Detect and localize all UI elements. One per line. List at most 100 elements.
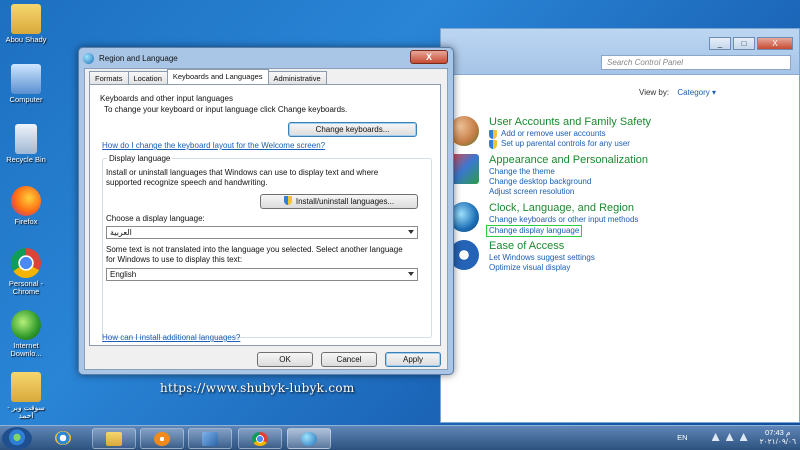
desktop-icon-chrome[interactable]: Personal - Chrome [0,248,52,297]
region-language-dialog: Region and Language X Formats Location K… [78,47,454,375]
network-icon[interactable] [725,433,734,441]
category-user-accounts: User Accounts and Family Safety Add or r… [449,116,651,149]
display-language-select[interactable]: العربية [106,226,418,239]
desktop-icon-label: Firefox [14,217,38,226]
action-center-icon[interactable] [711,433,720,441]
taskbar-ie[interactable] [42,428,86,449]
dialog-title: Region and Language [99,53,178,63]
taskbar-chrome[interactable] [238,428,282,449]
control-panel-window: _ □ X Search Control Panel View by: Cate… [440,28,800,423]
view-by-dropdown[interactable]: Category ▾ [677,88,716,97]
desktop-icon-label: Computer [9,95,43,104]
tab-panel: Keyboards and other input languages To c… [89,84,441,346]
desktop-icon-idm[interactable]: Internet Downlo... [0,310,52,359]
display-language-value: العربية [110,228,132,237]
install-uninstall-languages-button[interactable]: Install/uninstall languages... [260,194,418,209]
maximize-button[interactable]: □ [733,37,755,50]
display-language-text: Install or uninstall languages that Wind… [106,168,379,187]
tab-keyboards-languages[interactable]: Keyboards and Languages [166,69,269,84]
ok-button[interactable]: OK [257,352,313,367]
shield-icon [489,139,497,149]
category-link[interactable]: Add or remove user accounts [489,129,651,139]
category-link[interactable]: Adjust screen resolution [489,187,648,197]
tab-location[interactable]: Location [127,71,168,84]
category-title[interactable]: Appearance and Personalization [489,154,648,167]
dialog-tabs: Formats Location Keyboards and Languages… [89,69,327,84]
shield-icon [283,196,292,205]
computer-icon [11,64,41,94]
category-link[interactable]: Change desktop background [489,177,648,187]
fallback-language-select[interactable]: English [106,268,418,281]
taskbar-media[interactable] [140,428,184,449]
folder-icon [11,4,41,34]
category-link[interactable]: Change keyboards or other input methods [489,215,638,225]
category-title[interactable]: Ease of Access [489,240,595,253]
dialog-close-button[interactable]: X [410,50,448,64]
media-player-icon [154,432,170,446]
recycle-bin-icon [15,124,37,154]
cancel-button[interactable]: Cancel [321,352,377,367]
category-link[interactable]: Optimize visual display [489,263,595,273]
start-button[interactable] [2,427,32,450]
dropdown-arrow-icon [408,230,414,234]
desktop-icon-label: سوفت وير - احمد [7,403,45,421]
close-button[interactable]: X [757,37,793,50]
watermark-url: https://www.shubyk-lubyk.com [160,381,355,395]
chrome-icon [252,432,268,446]
install-languages-link[interactable]: How can I install additional languages? [102,333,240,342]
apply-button[interactable]: Apply [385,352,441,367]
desktop-icon-label: Abou Shady [5,35,47,44]
desktop-icon-label: Personal - Chrome [8,279,44,297]
download-manager-icon [11,310,41,340]
tab-formats[interactable]: Formats [89,71,129,84]
firefox-icon [11,186,41,216]
language-indicator[interactable]: EN [677,433,687,442]
category-title[interactable]: User Accounts and Family Safety [489,116,651,129]
tab-administrative[interactable]: Administrative [267,71,327,84]
category-appearance: Appearance and Personalization Change th… [449,154,648,197]
desktop-icon-label: Internet Downlo... [10,341,42,359]
clock[interactable]: 07:43 م ٢٠٢١/٠٩/٠٦ [760,428,796,446]
category-title[interactable]: Clock, Language, and Region [489,202,638,215]
category-link-change-display-language[interactable]: Change display language [486,225,638,237]
desktop-icon-label: Recycle Bin [6,155,46,164]
globe-icon [301,432,317,446]
keyboards-group-label: Keyboards and other input languages [100,94,233,103]
category-link[interactable]: Change the theme [489,167,648,177]
control-panel-icon [202,432,218,446]
taskbar-control-panel[interactable] [188,428,232,449]
change-keyboards-button[interactable]: Change keyboards... [288,122,417,137]
clock-date: ٢٠٢١/٠٩/٠٦ [759,437,796,446]
desktop-icon-computer[interactable]: Computer [0,64,52,104]
shield-icon [489,129,497,139]
category-clock-language: Clock, Language, and Region Change keybo… [449,202,638,237]
desktop-icon-software-folder[interactable]: سوفت وير - احمد [0,372,52,421]
search-input[interactable]: Search Control Panel [601,55,791,70]
category-link[interactable]: Let Windows suggest settings [489,253,595,263]
folder-icon [11,372,41,402]
chrome-icon [11,248,41,278]
taskbar: EN 07:43 م ٢٠٢١/٠٩/٠٦ [0,425,800,450]
desktop-icon-user-folder[interactable]: Abou Shady [0,4,52,44]
dialog-titlebar: Region and Language [83,51,178,65]
keyboards-group-text: To change your keyboard or input languag… [104,105,348,114]
volume-icon[interactable] [739,433,748,441]
display-language-group-label: Display language [107,154,173,163]
system-tray: EN 07:43 م ٢٠٢١/٠٩/٠٦ [677,428,796,446]
category-link[interactable]: Set up parental controls for any user [489,139,651,149]
globe-icon [83,52,94,64]
control-panel-toolbar: _ □ X Search Control Panel [441,29,799,75]
taskbar-explorer[interactable] [92,428,136,449]
fallback-language-note: Some text is not translated into the lan… [106,245,403,264]
fallback-language-value: English [110,270,137,279]
category-ease-of-access: Ease of Access Let Windows suggest setti… [449,240,595,273]
view-by-label: View by: [639,88,670,97]
minimize-button[interactable]: _ [709,37,731,50]
view-by: View by: Category ▾ [639,88,716,97]
window-controls: _ □ X [709,37,793,50]
taskbar-region-language[interactable] [287,428,331,449]
desktop-icon-firefox[interactable]: Firefox [0,186,52,226]
welcome-screen-help-link[interactable]: How do I change the keyboard layout for … [102,141,325,150]
internet-explorer-icon [55,431,71,445]
desktop-icon-recycle-bin[interactable]: Recycle Bin [0,124,52,164]
